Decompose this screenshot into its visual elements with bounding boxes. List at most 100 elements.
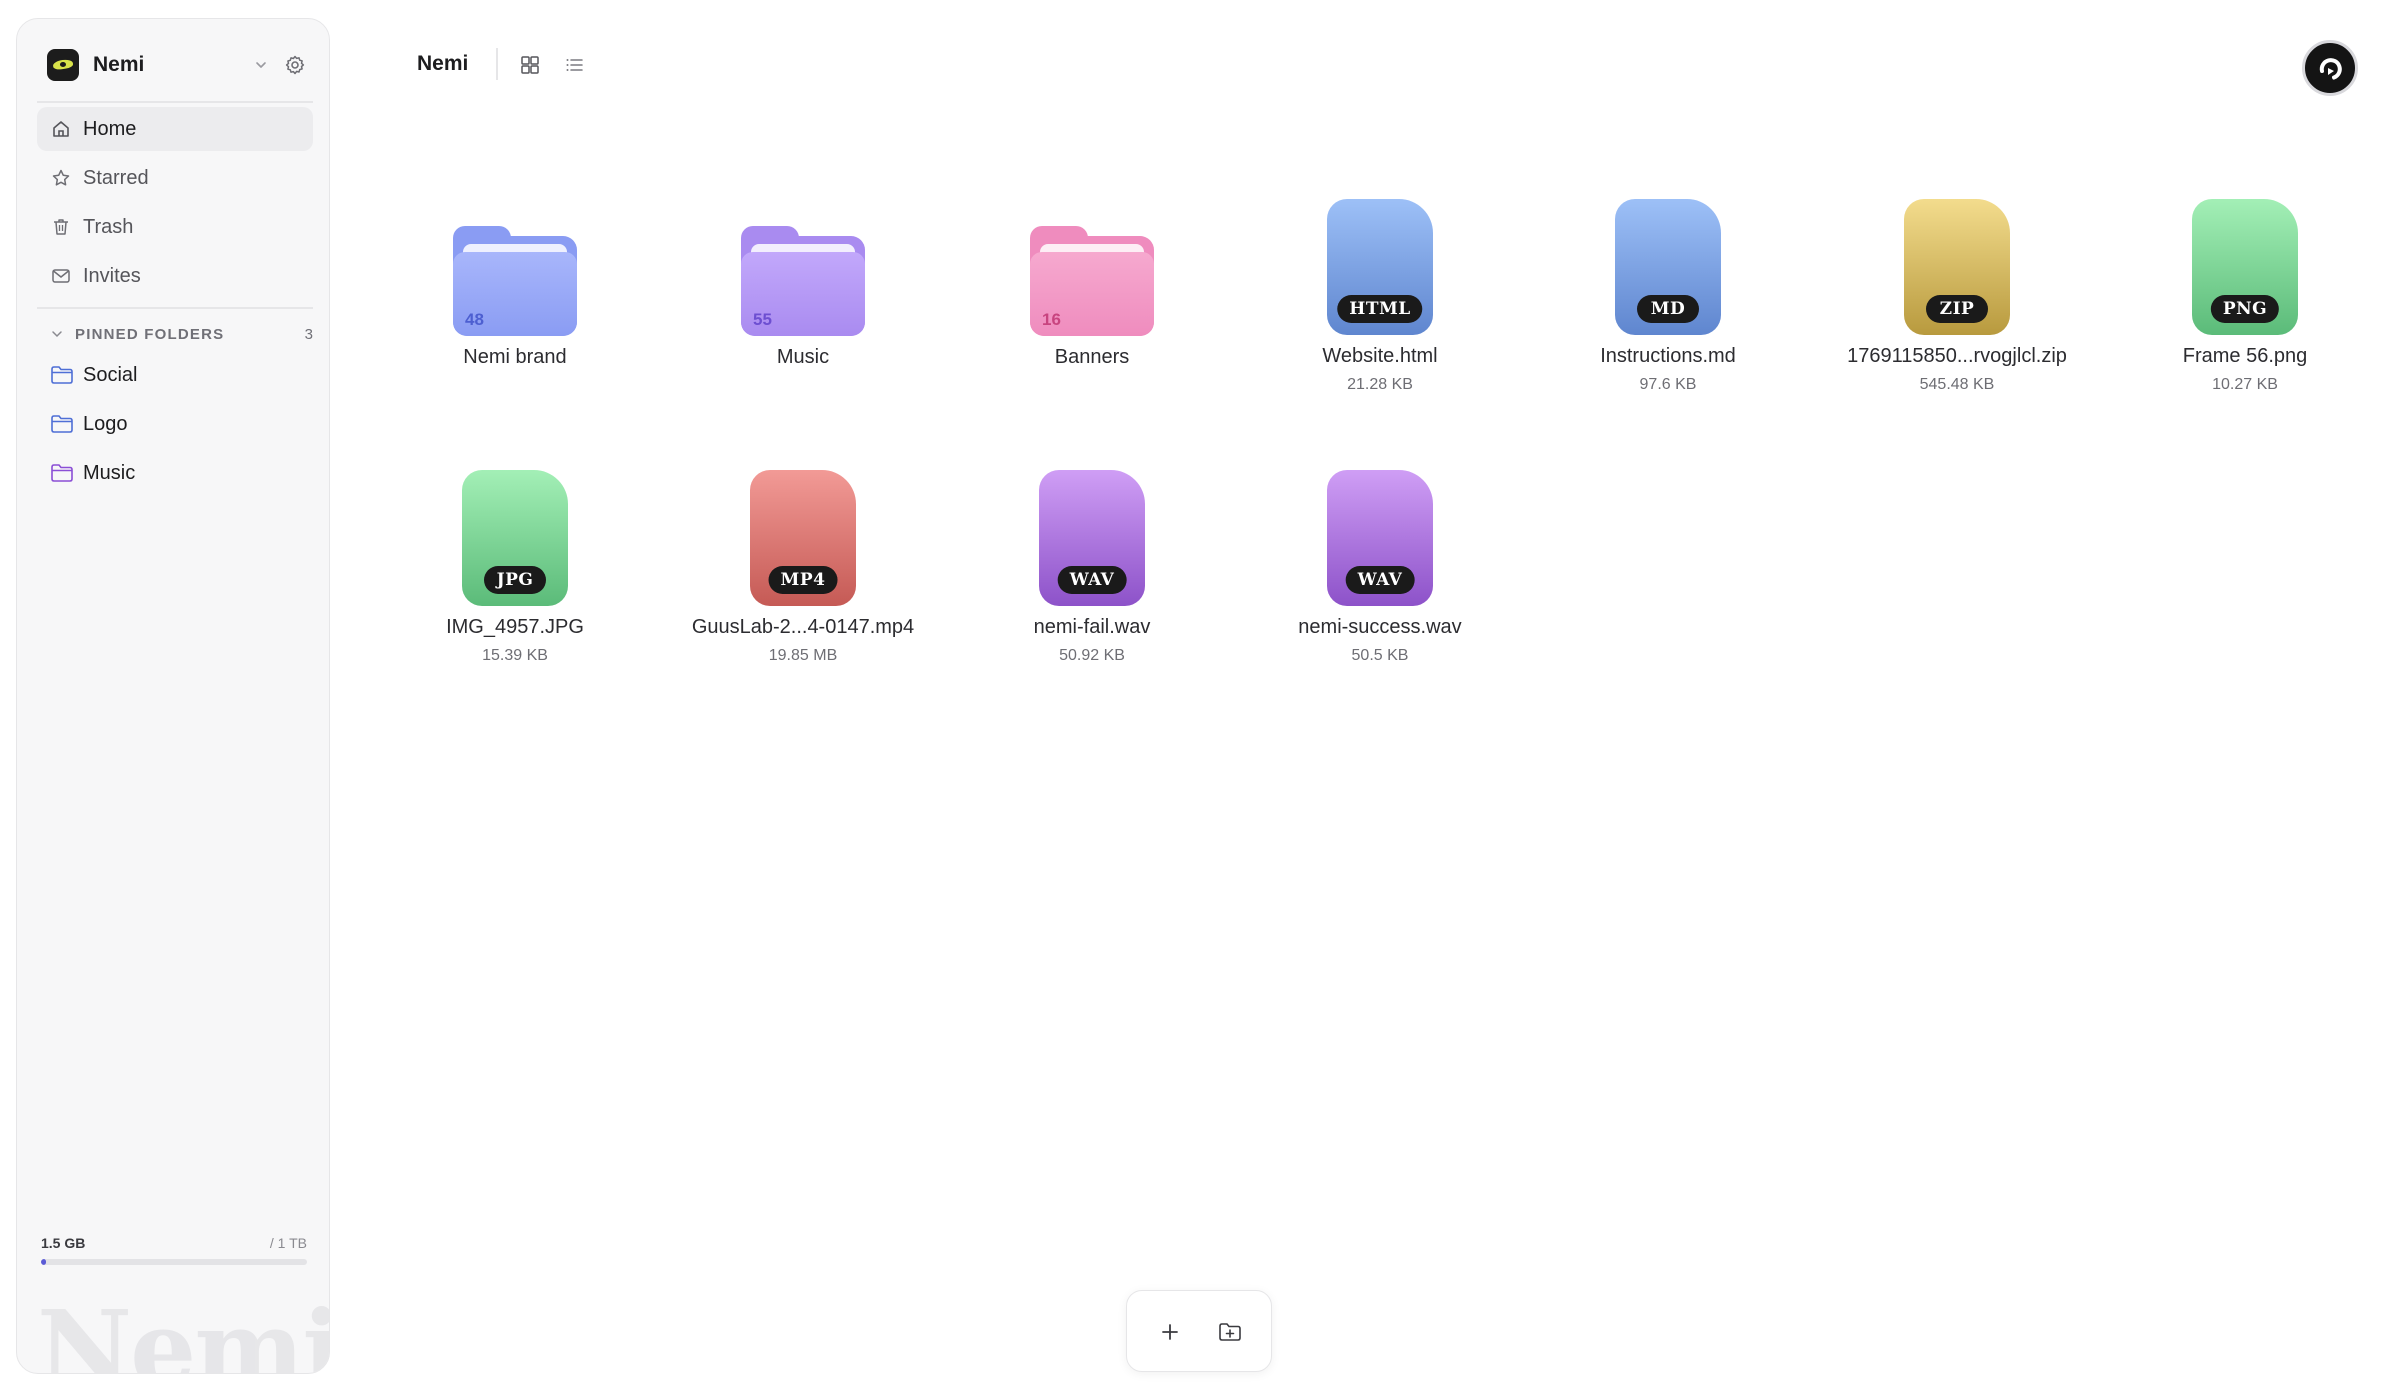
file-size: 10.27 KB: [2212, 376, 2278, 393]
storage-used: 1.5 GB: [41, 1235, 86, 1251]
audio-file-icon: WAV: [1039, 470, 1145, 606]
star-icon: [52, 169, 70, 186]
plus-icon[interactable]: [1156, 1318, 1184, 1346]
folder-icon: [51, 415, 73, 433]
divider: [496, 48, 498, 80]
file-card[interactable]: MD Instructions.md 97.6 KB: [1538, 199, 1798, 394]
workspace-logo: [47, 49, 79, 81]
file-type-badge: PNG: [2210, 295, 2280, 323]
file-size: 50.92 KB: [1059, 647, 1125, 664]
bottom-toolbar: [1126, 1290, 1272, 1372]
file-card[interactable]: JPG IMG_4957.JPG 15.39 KB: [385, 470, 645, 665]
chevron-down-icon[interactable]: [49, 326, 65, 342]
folder-name: Music: [776, 346, 830, 368]
folder-item-count: 48: [465, 310, 484, 329]
pinned-folders-count: 3: [304, 325, 313, 343]
audio-file-icon: WAV: [1327, 470, 1433, 606]
folder-icon: 55: [741, 226, 865, 336]
avatar-logo-icon: [2319, 58, 2342, 80]
folder-item-count: 55: [753, 310, 772, 329]
chevron-down-icon[interactable]: [251, 55, 271, 75]
home-icon: [53, 121, 69, 137]
pinned-folders-header[interactable]: PINNED FOLDERS 3: [49, 321, 313, 347]
workspace-switcher[interactable]: Nemi: [47, 45, 311, 85]
folder-name: Banners: [1054, 346, 1130, 368]
pinned-folder-social[interactable]: Social: [37, 353, 313, 397]
pinned-folder-label: Music: [83, 461, 136, 484]
file-type-badge: WAV: [1345, 566, 1415, 594]
pinned-folder-music[interactable]: Music: [37, 451, 313, 495]
file-size: 545.48 KB: [1919, 376, 1995, 393]
file-type-badge: WAV: [1057, 566, 1127, 594]
file-card[interactable]: ZIP 1769115850...rvogjlcl.zip 545.48 KB: [1827, 199, 2087, 394]
file-name: 1769115850...rvogjlcl.zip: [1847, 345, 2067, 367]
folder-name: Nemi brand: [463, 346, 567, 368]
file-card[interactable]: PNG Frame 56.png 10.27 KB: [2115, 199, 2375, 394]
file-size: 50.5 KB: [1351, 647, 1409, 664]
pinned-folder-label: Social: [83, 363, 138, 386]
file-type-badge: JPG: [484, 566, 546, 594]
pinned-folders-title: PINNED FOLDERS: [75, 325, 225, 343]
nav-item-home[interactable]: Home: [37, 107, 313, 151]
html-file-icon: HTML: [1327, 199, 1433, 335]
list-view-icon[interactable]: [563, 54, 585, 76]
folder-icon: 16: [1030, 226, 1154, 336]
nav-label: Starred: [83, 166, 149, 189]
storage-total: / 1 TB: [269, 1235, 307, 1251]
file-name: Instructions.md: [1600, 345, 1736, 367]
folder-icon: [51, 366, 73, 384]
markdown-file-icon: MD: [1615, 199, 1721, 335]
new-folder-icon[interactable]: [1216, 1318, 1244, 1346]
file-name: nemi-success.wav: [1298, 616, 1462, 638]
folder-card[interactable]: 16 Banners: [962, 226, 1222, 369]
nav-item-starred[interactable]: Starred: [37, 156, 313, 200]
gear-icon[interactable]: [283, 53, 307, 77]
storage-bar: [41, 1259, 307, 1265]
folder-card[interactable]: 48 Nemi brand: [385, 226, 645, 369]
nav-item-invites[interactable]: Invites: [37, 254, 313, 298]
file-name: IMG_4957.JPG: [446, 616, 584, 638]
file-card[interactable]: WAV nemi-fail.wav 50.92 KB: [962, 470, 1222, 665]
file-name: nemi-fail.wav: [1033, 616, 1151, 638]
file-size: 15.39 KB: [482, 647, 548, 664]
file-name: Frame 56.png: [2182, 345, 2308, 367]
file-type-badge: HTML: [1337, 295, 1423, 323]
nav-label: Trash: [83, 215, 134, 238]
breadcrumb[interactable]: Nemi: [417, 52, 468, 76]
grid-view-icon[interactable]: [519, 54, 541, 76]
file-type-badge: ZIP: [1926, 295, 1988, 323]
pinned-folder-logo[interactable]: Logo: [37, 402, 313, 446]
file-name: Website.html: [1322, 345, 1438, 367]
folder-icon: 48: [453, 226, 577, 336]
file-type-badge: MD: [1637, 295, 1699, 323]
mail-icon: [52, 269, 70, 283]
nav-item-trash[interactable]: Trash: [37, 205, 313, 249]
file-card[interactable]: HTML Website.html 21.28 KB: [1250, 199, 1510, 394]
nav-label: Invites: [83, 264, 141, 287]
folder-icon: [51, 464, 73, 482]
jpg-file-icon: JPG: [462, 470, 568, 606]
divider: [37, 307, 313, 309]
pinned-folder-label: Logo: [83, 412, 128, 435]
folder-item-count: 16: [1042, 310, 1061, 329]
file-card[interactable]: WAV nemi-success.wav 50.5 KB: [1250, 470, 1510, 665]
file-name: GuusLab-2...4-0147.mp4: [691, 616, 915, 638]
workspace-name: Nemi: [93, 53, 145, 76]
divider: [37, 101, 313, 103]
png-file-icon: PNG: [2192, 199, 2298, 335]
file-type-badge: MP4: [768, 566, 838, 594]
file-size: 97.6 KB: [1639, 376, 1697, 393]
watermark-logo: Nemi: [37, 1287, 330, 1374]
file-size: 19.85 MB: [768, 647, 838, 664]
zip-file-icon: ZIP: [1904, 199, 2010, 335]
storage-meter: 1.5 GB / 1 TB: [41, 1235, 307, 1265]
folder-card[interactable]: 55 Music: [673, 226, 933, 369]
nav-label: Home: [83, 117, 137, 140]
user-avatar[interactable]: [2302, 40, 2358, 96]
video-file-icon: MP4: [750, 470, 856, 606]
sidebar: Nemi Home Starred Trash Invites PINNED F…: [16, 18, 330, 1374]
storage-bar-fill: [41, 1259, 46, 1265]
file-card[interactable]: MP4 GuusLab-2...4-0147.mp4 19.85 MB: [673, 470, 933, 665]
file-size: 21.28 KB: [1347, 376, 1413, 393]
trash-icon: [54, 219, 68, 235]
